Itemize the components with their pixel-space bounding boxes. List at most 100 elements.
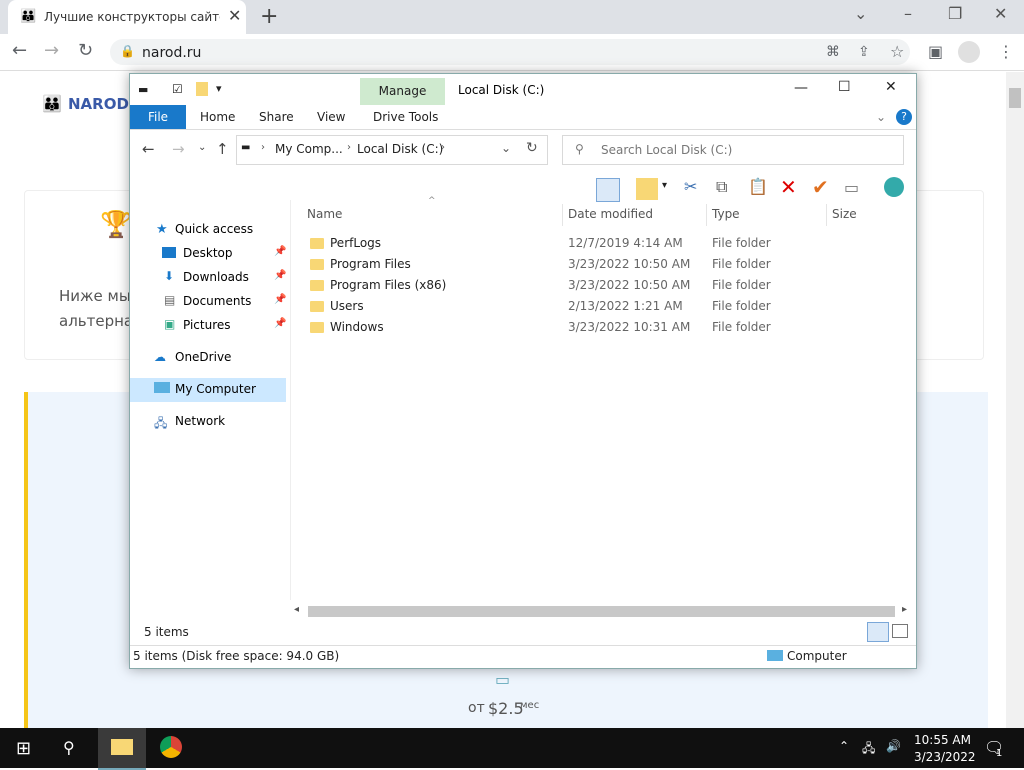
profile-avatar[interactable] — [958, 41, 980, 63]
nav-desktop[interactable]: Desktop — [183, 246, 233, 260]
nav-pictures[interactable]: Pictures — [183, 318, 231, 332]
chrome-icon[interactable] — [160, 736, 182, 758]
paste-icon[interactable]: 📋 — [748, 177, 768, 196]
tab-view[interactable]: View — [317, 110, 345, 124]
taskbar-search-icon[interactable]: ⚲ — [63, 738, 75, 757]
tab-file[interactable]: File — [130, 105, 186, 129]
clock-time[interactable]: 10:55 AM — [914, 733, 971, 747]
properties-icon[interactable]: ☑ — [172, 82, 183, 96]
pin-icon[interactable]: 📌 — [274, 318, 286, 329]
crumb-separator-icon[interactable]: › — [261, 142, 265, 153]
restore-icon[interactable]: ❐ — [948, 4, 962, 23]
start-windows-icon[interactable]: ⊞ — [16, 738, 31, 759]
horizontal-scroll-thumb[interactable] — [308, 606, 895, 617]
tab-home[interactable]: Home — [200, 110, 235, 124]
up-icon[interactable]: ↑ — [216, 140, 229, 158]
new-folder-icon[interactable] — [196, 82, 208, 96]
window-maximize-icon[interactable]: ☐ — [838, 79, 851, 95]
refresh-icon[interactable]: ↻ — [526, 140, 538, 156]
col-size[interactable]: Size — [832, 207, 857, 221]
nav-my-computer[interactable]: My Computer — [175, 382, 256, 396]
explorer-address-bar[interactable]: ▬ › My Comp... › Local Disk (C:) › ⌄ — [236, 135, 548, 165]
rename-check-icon[interactable]: ✔ — [812, 175, 829, 199]
forward-icon[interactable]: → — [44, 40, 59, 61]
clock-date[interactable]: 3/23/2022 — [914, 750, 976, 764]
column-divider[interactable] — [826, 204, 827, 226]
bookmark-star-icon[interactable]: ☆ — [890, 42, 904, 61]
explorer-forward-icon[interactable]: → — [172, 140, 185, 158]
cut-icon[interactable]: ✂ — [684, 177, 697, 196]
file-row[interactable]: Windows — [310, 320, 384, 334]
file-explorer-window: ▬ ☑ ▾ Manage Local Disk (C:) — ☐ ✕ File … — [129, 73, 917, 669]
tray-chevron-icon[interactable]: ⌃ — [839, 739, 849, 753]
manage-tab[interactable]: Manage — [360, 78, 445, 105]
menu-icon[interactable]: ⋮ — [998, 42, 1014, 61]
col-name[interactable]: Name — [307, 207, 342, 221]
back-icon[interactable]: ← — [12, 40, 27, 61]
site-logo[interactable]: NAROD — [68, 95, 129, 113]
page-scrollbar[interactable] — [1006, 72, 1024, 728]
large-icons-view-icon[interactable] — [892, 624, 908, 638]
folder-options-dropdown-icon[interactable]: ▾ — [662, 180, 667, 191]
delete-icon[interactable]: ✕ — [780, 175, 797, 199]
minimize-icon[interactable]: – — [904, 4, 912, 23]
nav-downloads[interactable]: Downloads — [183, 270, 249, 284]
scroll-right-icon[interactable]: ▸ — [902, 604, 907, 615]
pin-icon[interactable]: 📌 — [274, 246, 286, 257]
url-text[interactable]: narod.ru — [142, 45, 201, 61]
copy-icon[interactable]: ⧉ — [716, 177, 727, 197]
nav-quick-access[interactable]: Quick access — [175, 222, 253, 236]
side-panel-icon[interactable]: ▣ — [928, 42, 943, 61]
drive-small-icon[interactable]: ▬ — [138, 83, 148, 96]
pin-icon[interactable]: 📌 — [274, 270, 286, 281]
help-icon[interactable]: ? — [896, 109, 912, 125]
nav-network[interactable]: Network — [175, 414, 225, 428]
scroll-left-icon[interactable]: ◂ — [294, 604, 299, 615]
ribbon-expand-chevron-icon[interactable]: ⌄ — [876, 110, 886, 124]
network-tray-icon[interactable]: 🖧 — [862, 739, 875, 760]
recent-locations-icon[interactable]: ⌄ — [198, 142, 206, 153]
window-close-icon[interactable]: ✕ — [885, 79, 897, 95]
pin-icon[interactable]: 📌 — [274, 294, 286, 305]
column-divider[interactable] — [706, 204, 707, 226]
page-scroll-thumb[interactable] — [1009, 88, 1021, 108]
properties-card-icon[interactable]: ▭ — [844, 178, 859, 197]
new-tab-icon[interactable]: + — [260, 4, 278, 29]
tab-share[interactable]: Share — [259, 110, 294, 124]
tab-search-chevron-icon[interactable]: ⌄ — [854, 4, 867, 23]
file-row[interactable]: Program Files (x86) — [310, 278, 446, 292]
tab-close-icon[interactable]: ✕ — [228, 6, 241, 25]
crumb-my-computer[interactable]: My Comp... — [275, 142, 343, 156]
search-placeholder[interactable]: Search Local Disk (C:) — [601, 143, 732, 157]
nav-onedrive[interactable]: OneDrive — [175, 350, 231, 364]
search-box[interactable]: ⚲ Search Local Disk (C:) — [562, 135, 904, 165]
share-icon[interactable]: ⇪ — [858, 44, 870, 60]
column-divider[interactable] — [562, 204, 563, 226]
col-type[interactable]: Type — [712, 207, 740, 221]
address-bar[interactable] — [110, 39, 910, 65]
file-row[interactable]: Program Files — [310, 257, 411, 271]
translate-icon[interactable]: ⌘ — [826, 44, 840, 60]
col-date-modified[interactable]: Date modified — [568, 207, 653, 221]
tab-drive-tools[interactable]: Drive Tools — [373, 110, 438, 124]
file-row[interactable]: PerfLogs — [310, 236, 381, 250]
crumb-separator-icon[interactable]: › — [347, 142, 351, 153]
quick-access-dropdown-icon[interactable]: ▾ — [216, 82, 222, 95]
reload-icon[interactable]: ↻ — [78, 40, 93, 61]
address-dropdown-icon[interactable]: ⌄ — [501, 141, 511, 155]
folder-options-icon[interactable] — [636, 178, 658, 200]
crumb-separator-icon[interactable]: › — [441, 142, 445, 153]
window-minimize-icon[interactable]: — — [794, 80, 808, 96]
crumb-local-disk[interactable]: Local Disk (C:) — [357, 142, 443, 156]
file-row[interactable]: Users — [310, 299, 364, 313]
taskbar-explorer-button[interactable] — [98, 728, 146, 770]
browser-tab[interactable]: 👪 Лучшие конструкторы сайтов | ✕ — [8, 0, 246, 34]
preview-pane-icon[interactable] — [596, 178, 620, 202]
lock-icon[interactable]: 🔒 — [120, 44, 135, 58]
globe-icon[interactable] — [884, 177, 904, 197]
close-icon[interactable]: ✕ — [994, 4, 1007, 23]
volume-icon[interactable]: 🔊 — [886, 739, 901, 753]
details-view-icon[interactable] — [867, 622, 889, 642]
explorer-back-icon[interactable]: ← — [142, 140, 155, 158]
nav-documents[interactable]: Documents — [183, 294, 251, 308]
